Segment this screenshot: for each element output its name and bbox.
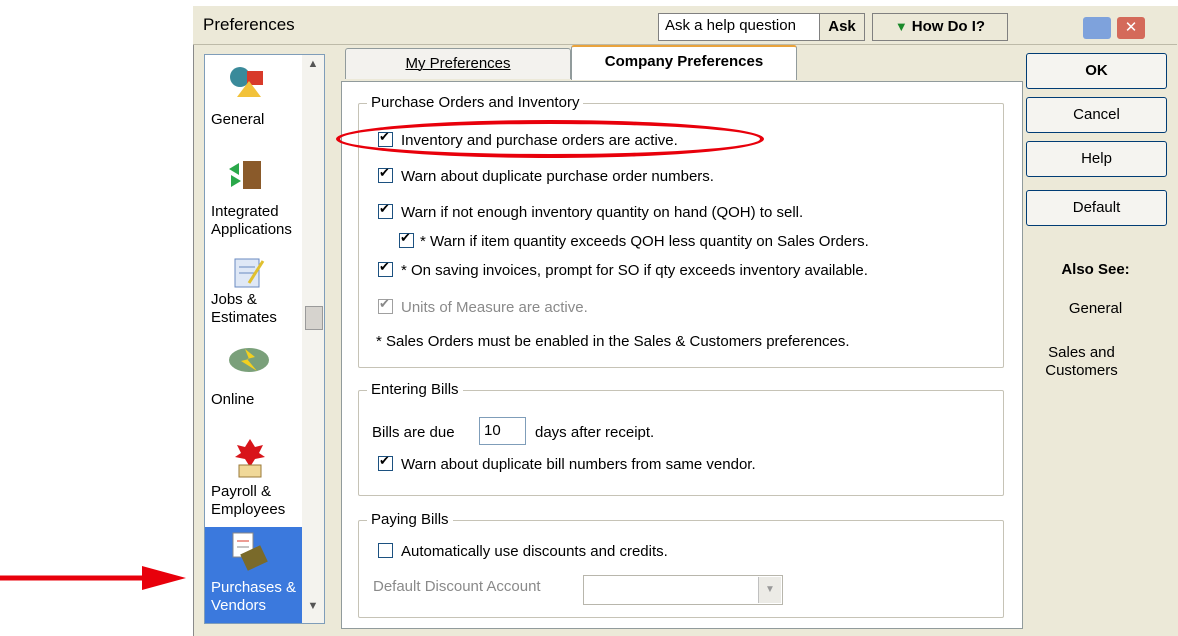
- discount-account-label: Default Discount Account: [373, 578, 541, 595]
- scroll-down-icon[interactable]: ▼: [302, 600, 324, 612]
- warn-duplicate-po-checkbox[interactable]: [378, 165, 393, 183]
- tab-label-company-preferences: Company Preferences: [604, 53, 764, 70]
- sidebar-item-online[interactable]: Online: [205, 343, 303, 423]
- warn-duplicate-po-row[interactable]: Warn about duplicate purchase order numb…: [378, 165, 714, 185]
- sidebar-item-general[interactable]: General: [205, 59, 303, 141]
- sidebar-label-integrated-applications: Integrated Applications: [211, 203, 292, 238]
- group-title-purchase-orders: Purchase Orders and Inventory: [367, 94, 584, 111]
- help-button[interactable]: Help: [1026, 141, 1167, 177]
- scrollbar-thumb[interactable]: [305, 306, 323, 330]
- payroll-employees-icon: [235, 439, 265, 478]
- warn-duplicate-po-label: Warn about duplicate purchase order numb…: [401, 168, 714, 185]
- bills-due-days-input[interactable]: 10: [479, 417, 526, 445]
- sidebar-label-general: General: [211, 111, 265, 128]
- sidebar-item-integrated-applications[interactable]: Integrated Applications: [205, 151, 303, 243]
- units-of-measure-label: Units of Measure are active.: [401, 299, 588, 316]
- auto-discounts-row[interactable]: Automatically use discounts and credits.: [378, 543, 668, 560]
- bills-due-suffix: days after receipt.: [535, 424, 655, 441]
- warn-duplicate-bill-row[interactable]: Warn about duplicate bill numbers from s…: [378, 453, 756, 473]
- jobs-estimates-icon: [234, 258, 265, 288]
- how-do-i-label: How Do I?: [911, 18, 986, 35]
- close-icon[interactable]: ✕: [1117, 17, 1145, 39]
- auto-discounts-label: Automatically use discounts and credits.: [401, 543, 668, 560]
- sidebar-label-online: Online: [211, 391, 255, 408]
- warn-qoh-row[interactable]: Warn if not enough inventory quantity on…: [378, 201, 804, 221]
- warn-item-qoh-row[interactable]: * Warn if item quantity exceeds QOH less…: [399, 230, 869, 250]
- also-see-link-sales-customers[interactable]: Sales and Customers: [1012, 344, 1151, 380]
- also-see-link-general[interactable]: General: [1026, 300, 1165, 317]
- group-title-entering-bills: Entering Bills: [367, 381, 463, 398]
- sales-orders-note: * Sales Orders must be enabled in the Sa…: [376, 333, 850, 350]
- annotation-arrow: [0, 566, 186, 590]
- integrated-applications-icon: [229, 161, 261, 189]
- cancel-button[interactable]: Cancel: [1026, 97, 1167, 133]
- popout-icon[interactable]: [1083, 17, 1111, 39]
- sidebar-item-jobs-estimates[interactable]: Jobs & Estimates: [205, 251, 303, 335]
- sidebar-label-jobs-estimates: Jobs & Estimates: [211, 291, 277, 326]
- title-bar: Preferences Ask a help question Ask ▼ How…: [193, 6, 1177, 45]
- warn-duplicate-bill-label: Warn about duplicate bill numbers from s…: [401, 456, 756, 473]
- triangle-down-icon: ▼: [894, 19, 908, 34]
- units-of-measure-row[interactable]: Units of Measure are active.: [378, 296, 588, 316]
- purchases-vendors-icon: [232, 532, 268, 571]
- bills-due-prefix: Bills are due: [372, 424, 455, 441]
- default-button[interactable]: Default: [1026, 190, 1167, 226]
- prompt-so-row[interactable]: * On saving invoices, prompt for SO if q…: [378, 259, 868, 279]
- sidebar-label-payroll-employees: Payroll & Employees: [211, 483, 286, 518]
- ask-button[interactable]: Ask: [819, 14, 864, 40]
- online-icon: [229, 348, 269, 372]
- tab-label-my-preferences: My Preferences: [405, 55, 511, 72]
- ok-button[interactable]: OK: [1026, 53, 1167, 89]
- sidebar-item-payroll-employees[interactable]: Payroll & Employees: [205, 433, 303, 527]
- entering-bills-group: Entering Bills: [358, 381, 1004, 496]
- group-title-paying-bills: Paying Bills: [367, 511, 453, 528]
- help-question-placeholder: Ask a help question: [665, 17, 796, 34]
- warn-qoh-checkbox[interactable]: [378, 201, 393, 219]
- prompt-so-label: * On saving invoices, prompt for SO if q…: [401, 262, 868, 279]
- warn-item-qoh-label: * Warn if item quantity exceeds QOH less…: [420, 233, 869, 250]
- annotation-highlight-ellipse: [336, 120, 764, 158]
- tab-my-preferences[interactable]: My Preferences: [345, 48, 571, 79]
- sidebar-label-purchases-vendors: Purchases & Vendors: [211, 579, 297, 614]
- warn-item-qoh-checkbox[interactable]: [399, 230, 414, 248]
- warn-qoh-label: Warn if not enough inventory quantity on…: [401, 204, 804, 221]
- discount-account-dropdown[interactable]: [583, 575, 783, 605]
- chevron-down-icon[interactable]: ▼: [758, 577, 781, 603]
- auto-discounts-checkbox[interactable]: [378, 543, 393, 558]
- scroll-up-icon[interactable]: ▲: [302, 58, 324, 70]
- window-title: Preferences: [203, 15, 295, 34]
- tab-company-preferences[interactable]: Company Preferences: [571, 45, 797, 80]
- sidebar-item-purchases-vendors[interactable]: Purchases & Vendors: [205, 527, 303, 623]
- units-of-measure-checkbox[interactable]: [378, 296, 393, 314]
- general-icon: [230, 67, 263, 97]
- help-question-input[interactable]: Ask a help question Ask: [658, 13, 865, 41]
- how-do-i-button[interactable]: ▼ How Do I?: [872, 13, 1008, 41]
- prompt-so-checkbox[interactable]: [378, 259, 393, 277]
- warn-duplicate-bill-checkbox[interactable]: [378, 453, 393, 471]
- preferences-category-list: General Integrated Applications Jobs & E…: [204, 54, 304, 624]
- also-see-title: Also See:: [1061, 261, 1130, 278]
- sidebar-scrollbar[interactable]: [302, 54, 325, 624]
